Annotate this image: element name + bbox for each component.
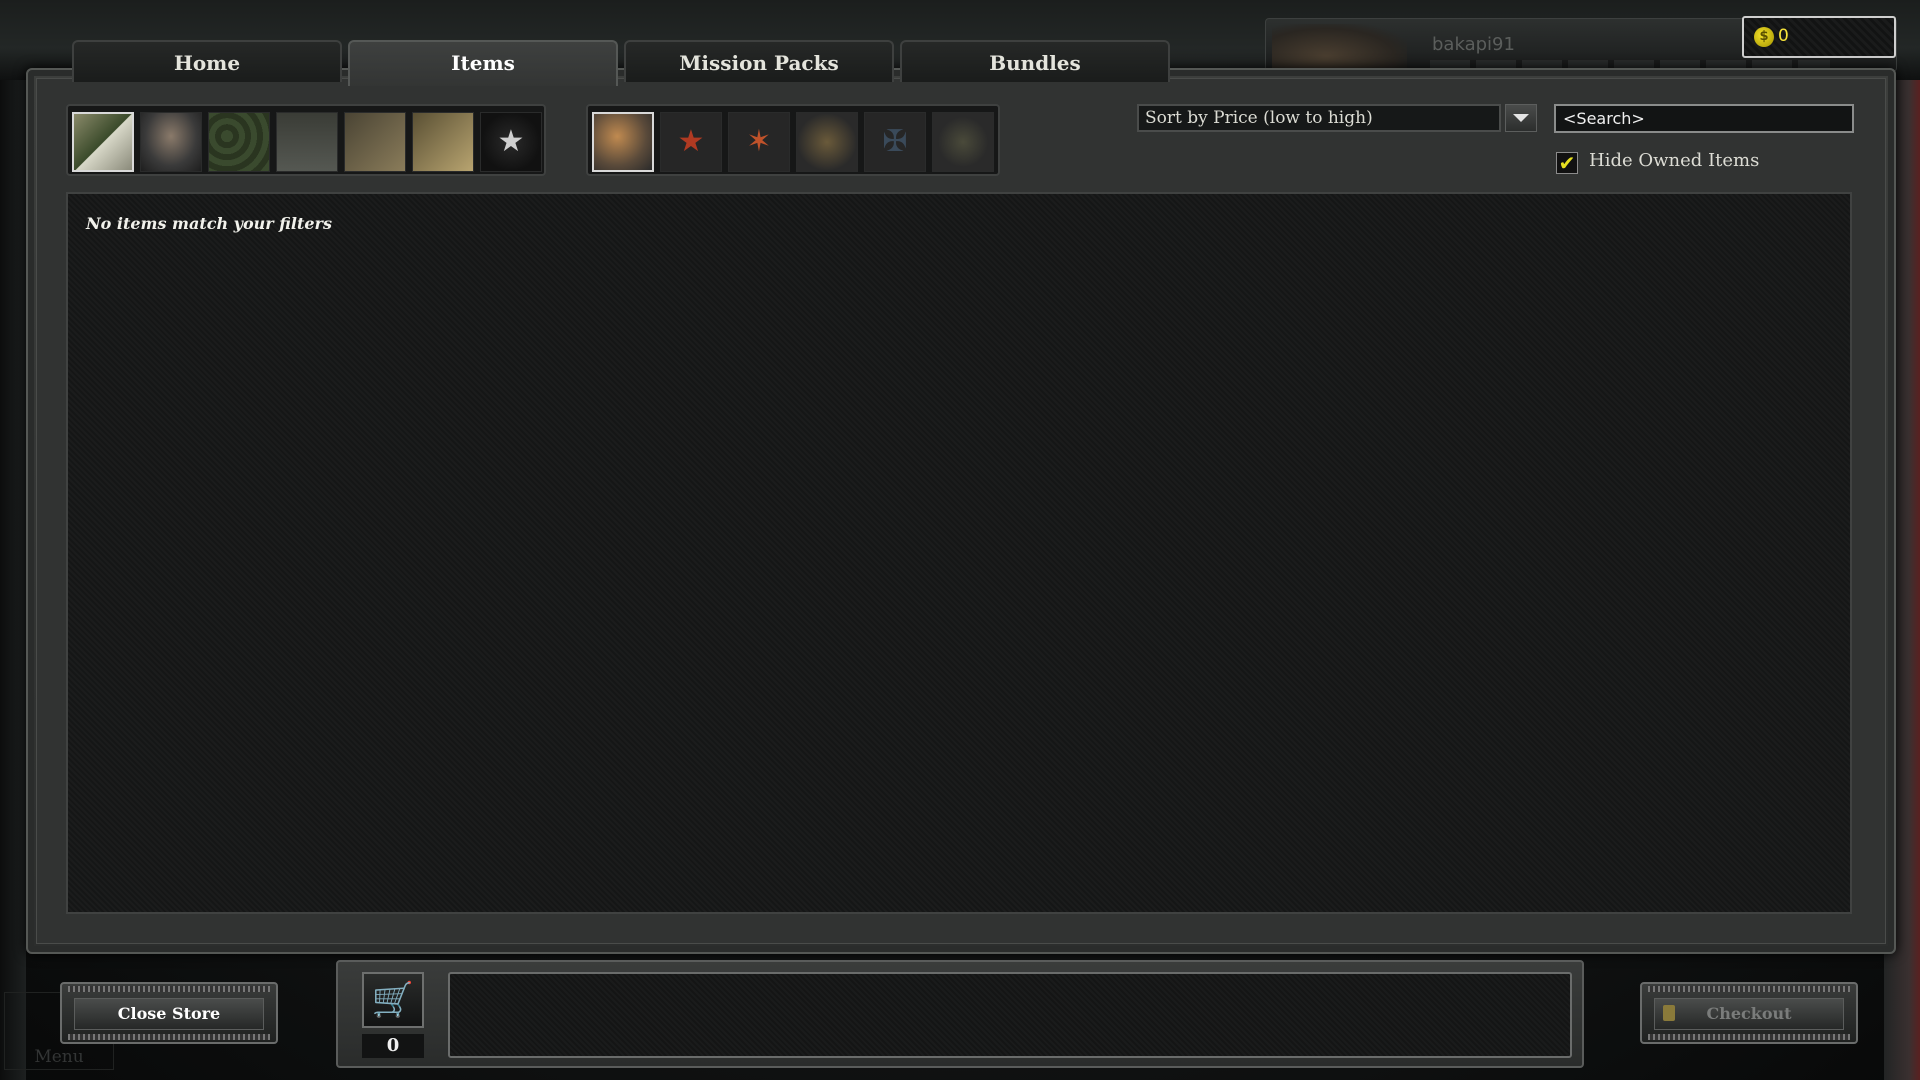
hide-owned-checkbox[interactable]: ✔ (1556, 152, 1578, 174)
close-store-plate: Close Store (60, 982, 278, 1044)
coin-icon: $ (1754, 27, 1774, 47)
plate-hatch (68, 1034, 270, 1040)
tab-items[interactable]: Items (348, 40, 618, 86)
profile-avatar (1272, 24, 1407, 70)
all-factions-icon[interactable] (592, 112, 654, 172)
hide-owned-label: Hide Owned Items (1589, 150, 1760, 171)
tab-mission-packs[interactable]: Mission Packs (624, 40, 894, 82)
tab-bundles[interactable]: Bundles (900, 40, 1170, 82)
cart-contents (448, 972, 1572, 1058)
medal-icon[interactable] (932, 112, 994, 172)
category-filter-group: ★ (66, 104, 546, 176)
menu-label: Menu (34, 1047, 84, 1067)
profile-slots (1430, 60, 1830, 68)
empty-message: No items match your filters (86, 214, 332, 233)
all-items-icon[interactable] (72, 112, 134, 172)
plate-hatch (68, 986, 270, 992)
chevron-down-icon (1513, 114, 1529, 122)
checkout-plate: Checkout (1640, 982, 1858, 1044)
shield-emblem-icon[interactable] (796, 112, 858, 172)
tab-home[interactable]: Home (72, 40, 342, 82)
weapon-upgrade-icon[interactable] (344, 112, 406, 172)
cart-icon[interactable]: 🛒 (362, 972, 424, 1028)
currency-value: 0 (1778, 26, 1789, 46)
close-store-button[interactable]: Close Store (74, 998, 264, 1030)
currency-box: $ 0 (1742, 16, 1896, 58)
cart-count: 0 (362, 1034, 424, 1058)
cart-panel: 🛒 0 (336, 960, 1584, 1068)
lock-icon (1663, 1005, 1675, 1021)
army-star-icon[interactable]: ★ (480, 112, 542, 172)
red-star-alt-icon[interactable]: ✶ (728, 112, 790, 172)
search-input[interactable] (1554, 104, 1854, 133)
background-left (0, 80, 26, 1080)
sort-dropdown[interactable]: Sort by Price (low to high) (1137, 104, 1501, 132)
soviet-star-icon[interactable]: ★ (660, 112, 722, 172)
ammo-icon[interactable] (412, 112, 474, 172)
username: bakapi91 (1432, 34, 1515, 55)
checkout-label: Checkout (1706, 1004, 1792, 1023)
checkout-button[interactable]: Checkout (1654, 998, 1844, 1030)
plate-hatch (1648, 1034, 1850, 1040)
plate-hatch (1648, 986, 1850, 992)
iron-cross-icon[interactable]: ✠ (864, 112, 926, 172)
sort-dropdown-arrow[interactable] (1505, 104, 1537, 132)
camouflage-icon[interactable] (208, 112, 270, 172)
items-list: No items match your filters (66, 192, 1852, 914)
commander-portrait-icon[interactable] (140, 112, 202, 172)
uniform-icon[interactable] (276, 112, 338, 172)
faction-filter-group: ★ ✶ ✠ (586, 104, 1000, 176)
